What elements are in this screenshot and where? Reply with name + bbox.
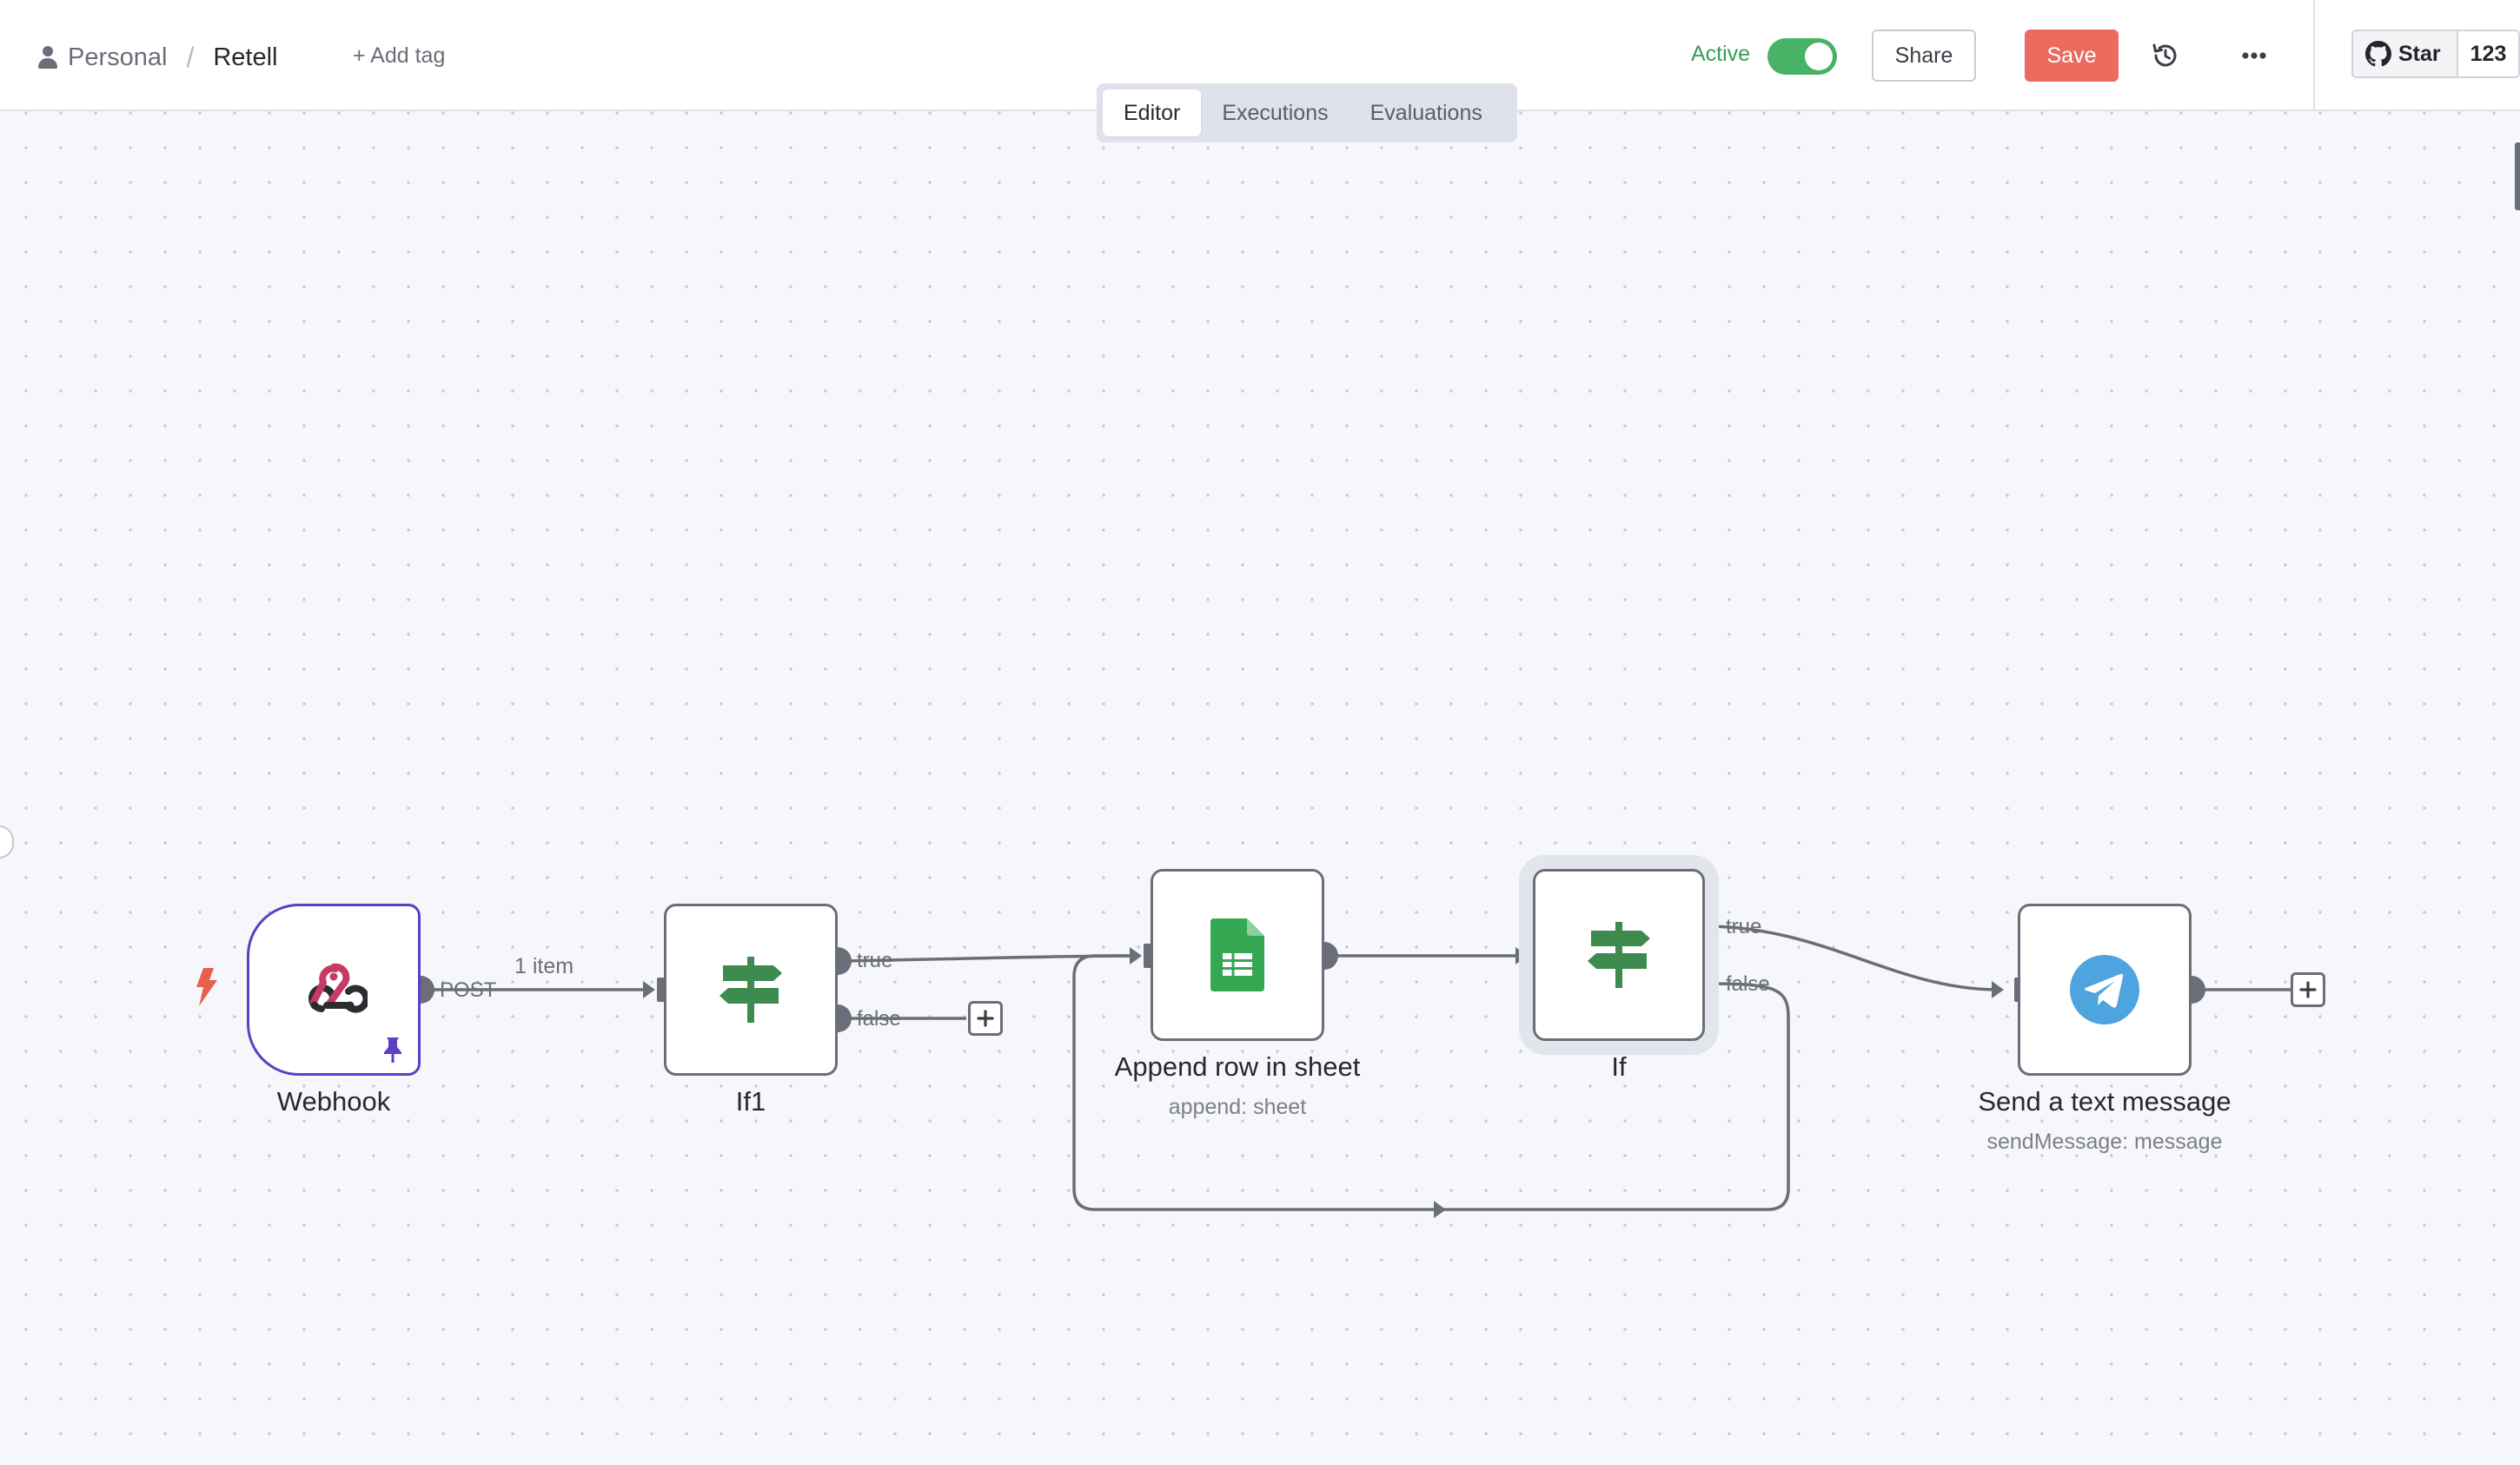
node-if1[interactable] xyxy=(664,904,838,1076)
node-subtitle: sendMessage: message xyxy=(1986,1130,2223,1154)
add-node-button[interactable] xyxy=(968,1001,1003,1036)
google-sheets-icon xyxy=(1210,918,1264,991)
signpost-icon xyxy=(1588,922,1650,988)
node-label: Send a text message xyxy=(1978,1086,2232,1117)
webhook-icon xyxy=(308,963,368,1013)
if1-false-label: false xyxy=(857,1007,901,1031)
edge-items-label: 1 item xyxy=(514,954,574,978)
arrow-if1 xyxy=(643,981,655,998)
arrow-loop xyxy=(1434,1201,1446,1218)
webhook-output-label: POST xyxy=(440,978,497,1002)
signpost-icon xyxy=(720,957,782,1023)
arrow-append xyxy=(1130,947,1142,965)
node-label: Append row in sheet xyxy=(1114,1051,1361,1082)
node-webhook[interactable] xyxy=(247,904,421,1076)
arrow-if xyxy=(1515,947,1528,965)
node-append-row[interactable] xyxy=(1151,869,1324,1041)
if1-true-label: true xyxy=(857,949,893,972)
node-label: If1 xyxy=(735,1086,766,1117)
node-subtitle: append: sheet xyxy=(1168,1095,1307,1119)
node-label: Webhook xyxy=(276,1086,391,1117)
plus-icon xyxy=(977,1010,994,1027)
trigger-bolt-icon xyxy=(196,968,217,1006)
pinned-data-icon xyxy=(384,1037,401,1063)
node-telegram[interactable] xyxy=(2018,904,2192,1076)
add-node-button[interactable] xyxy=(2291,972,2325,1007)
if-false-label: false xyxy=(1726,972,1770,996)
arrow-telegram xyxy=(1992,981,2004,998)
if-true-label: true xyxy=(1726,915,1762,938)
node-if[interactable] xyxy=(1533,869,1705,1041)
plus-icon xyxy=(2299,981,2317,998)
connections-layer xyxy=(407,912,2291,1218)
node-label: If xyxy=(1611,1051,1627,1082)
telegram-icon xyxy=(2070,955,2139,1024)
